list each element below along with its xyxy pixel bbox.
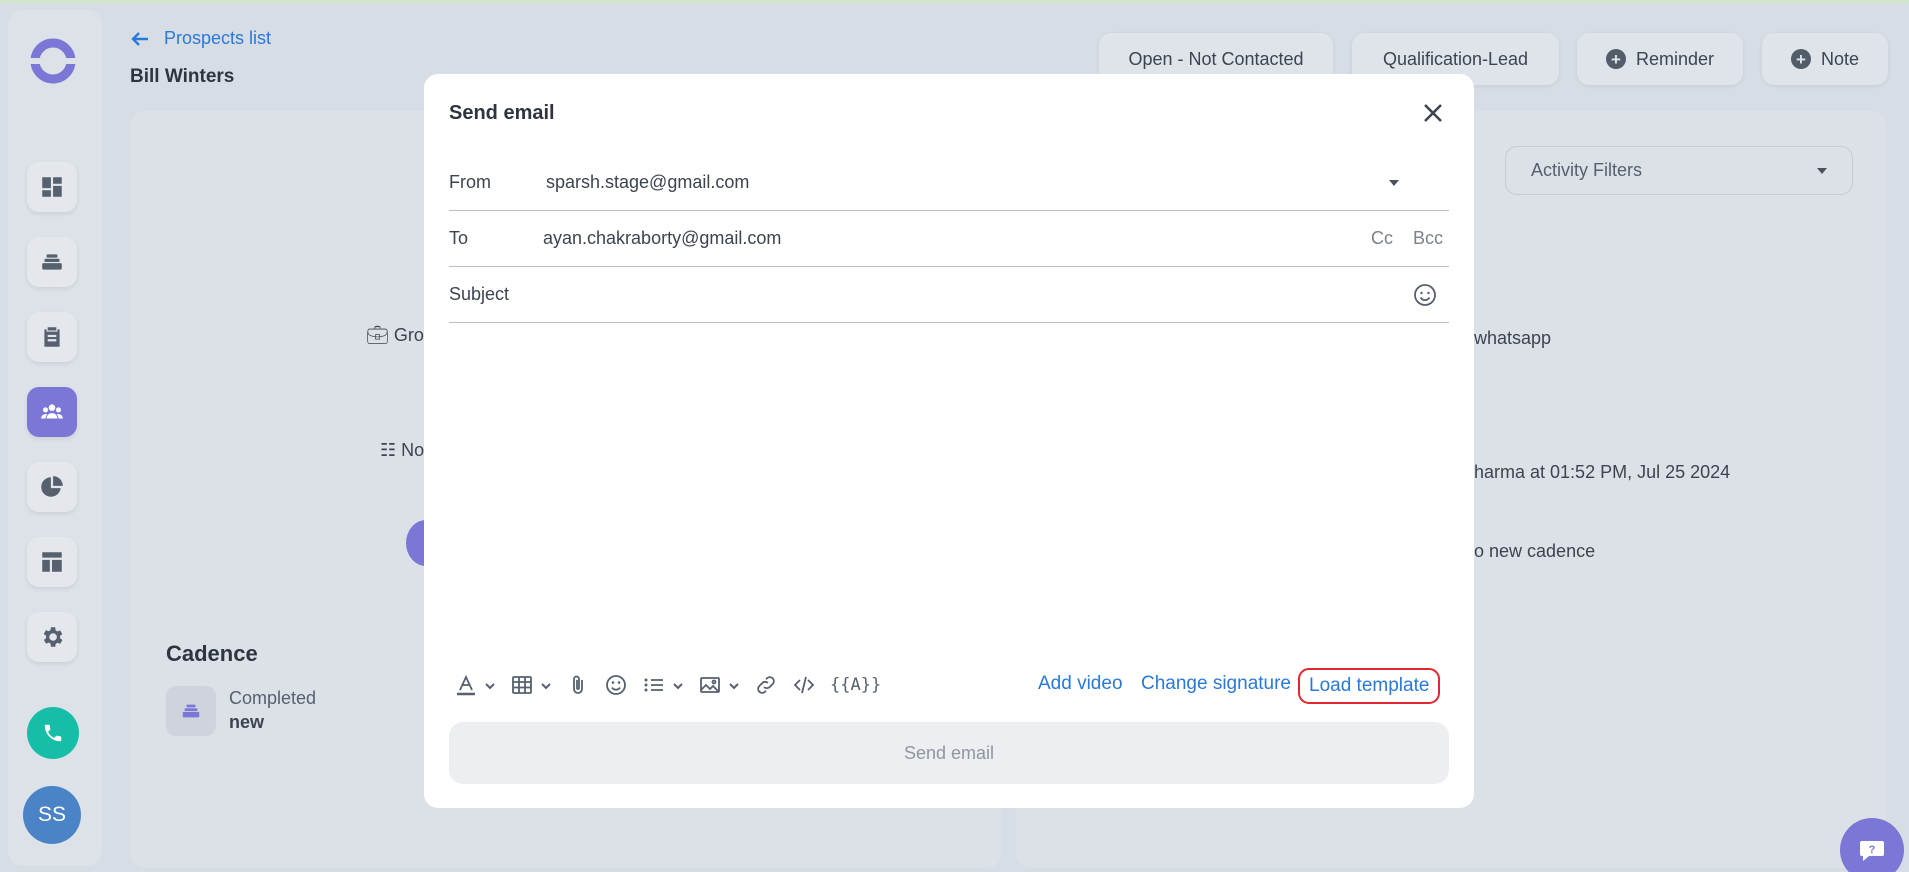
close-icon[interactable] (1420, 100, 1446, 126)
phone-button[interactable] (27, 707, 79, 759)
prospects-icon[interactable] (27, 387, 77, 437)
activity-filters-dropdown[interactable]: Activity Filters (1505, 146, 1853, 195)
app-logo[interactable] (28, 36, 78, 86)
sidebar: SS (8, 10, 102, 866)
settings-icon[interactable] (27, 612, 77, 662)
dashboard-icon[interactable] (27, 162, 77, 212)
activity-item: o new cadence (1474, 541, 1596, 561)
from-select[interactable]: sparsh.stage@gmail.com (546, 172, 749, 193)
caret-down-icon[interactable] (1389, 179, 1399, 186)
subject-row[interactable]: Subject (449, 267, 1449, 323)
cadence-title: Cadence (166, 641, 258, 666)
change-signature-button[interactable]: Change signature (1141, 673, 1291, 695)
to-row[interactable]: To ayan.chakraborty@gmail.com Cc Bcc (449, 211, 1449, 267)
chevron-down-icon[interactable] (484, 679, 496, 691)
cadence-name[interactable]: new (229, 712, 264, 733)
chevron-down-icon[interactable] (728, 679, 740, 691)
text-color-icon[interactable] (454, 673, 496, 697)
attachment-icon[interactable] (566, 673, 590, 697)
note-field: ☷ No (380, 440, 424, 461)
email-body-editor[interactable] (449, 326, 1449, 656)
cadence-icon[interactable] (27, 237, 77, 287)
from-label: From (449, 172, 491, 192)
prospect-name: Bill Winters (130, 66, 235, 87)
chevron-down-icon[interactable] (672, 679, 684, 691)
emoji-icon[interactable] (1413, 283, 1437, 307)
code-icon[interactable] (792, 673, 816, 697)
subject-input[interactable]: Subject (449, 284, 509, 305)
reminder-button[interactable]: + Reminder (1577, 33, 1743, 85)
note-label: Note (1820, 48, 1860, 69)
phone-icon (44, 724, 62, 742)
user-avatar[interactable]: SS (23, 786, 81, 844)
caret-down-icon (1817, 167, 1827, 174)
send-email-button[interactable]: Send email (449, 722, 1449, 784)
back-link-label: Prospects list (164, 28, 272, 48)
cc-button[interactable]: Cc (1371, 228, 1393, 249)
emoji-icon[interactable] (604, 673, 628, 697)
chevron-down-icon[interactable] (540, 679, 552, 691)
activity-item: whatsapp (1474, 328, 1552, 348)
help-chat-button[interactable]: ? (1840, 818, 1904, 872)
top-accent-line (0, 0, 1909, 3)
image-icon[interactable] (698, 673, 740, 697)
arrow-left-icon (131, 31, 148, 46)
cadence-item-icon (166, 686, 216, 736)
tasks-icon[interactable] (27, 312, 77, 362)
note-field-label: No (401, 440, 425, 460)
plus-circle-icon: + (1790, 49, 1811, 69)
to-input[interactable]: ayan.chakraborty@gmail.com (543, 228, 781, 249)
svg-text:?: ? (1869, 844, 1876, 856)
chat-icon: ? (1860, 841, 1884, 861)
merge-fields-button[interactable]: {{A}} (830, 675, 881, 695)
editor-toolbar: {{A}} (454, 668, 895, 702)
briefcase-icon: 💼︎ (366, 325, 389, 345)
back-link[interactable]: Prospects list (130, 28, 271, 49)
table-icon[interactable] (510, 673, 552, 697)
bcc-button[interactable]: Bcc (1413, 228, 1443, 249)
modal-title: Send email (449, 102, 555, 124)
send-email-modal: Send email From sparsh.stage@gmail.com T… (424, 74, 1474, 808)
bullet-list-icon[interactable] (642, 673, 684, 697)
load-template-button[interactable]: Load template (1298, 668, 1441, 704)
activity-filters-label: Activity Filters (1531, 160, 1643, 180)
activity-item: harma at 01:52 PM, Jul 25 2024 (1474, 462, 1731, 482)
to-label: To (449, 228, 469, 248)
plus-circle-icon: + (1605, 49, 1626, 69)
reports-icon[interactable] (27, 462, 77, 512)
link-icon[interactable] (754, 673, 778, 697)
from-row[interactable]: From sparsh.stage@gmail.com (449, 155, 1449, 211)
cadence-status: Completed (229, 688, 317, 708)
note-button[interactable]: + Note (1762, 33, 1888, 85)
database-icon: ☷ (380, 440, 397, 460)
add-video-button[interactable]: Add video (1038, 673, 1123, 695)
templates-icon[interactable] (27, 537, 77, 587)
reminder-label: Reminder (1635, 48, 1715, 69)
